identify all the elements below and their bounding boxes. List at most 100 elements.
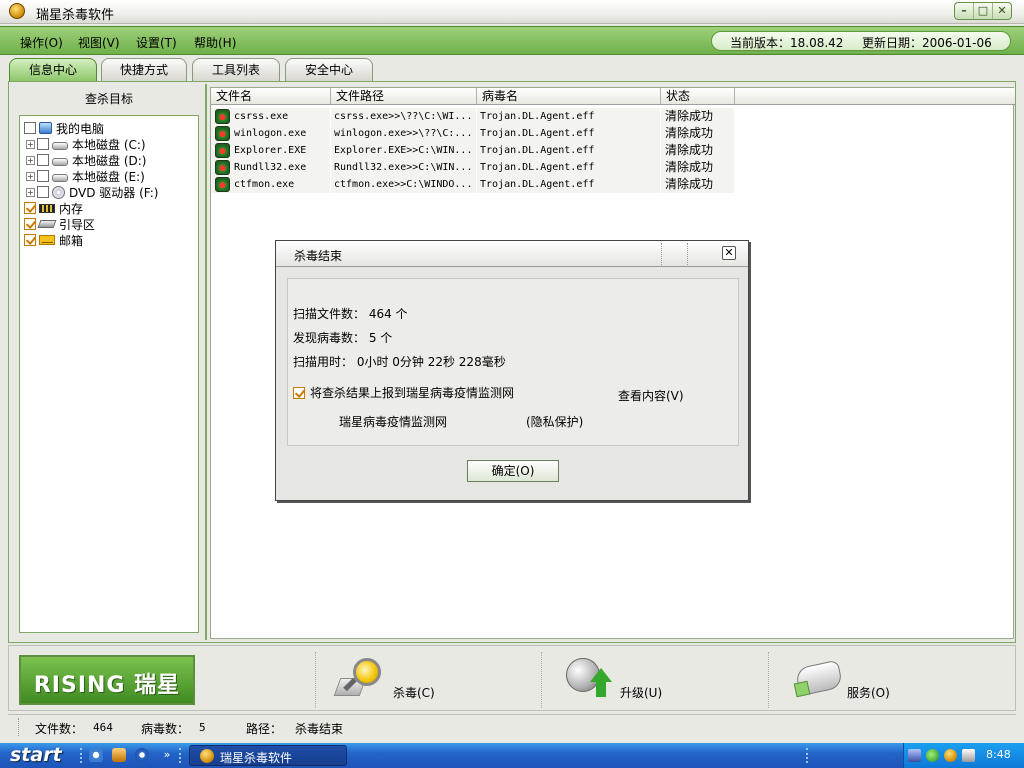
upgrade-button[interactable]: 升级(U) <box>566 654 676 706</box>
menu-operate[interactable]: 操作(O) <box>20 34 63 51</box>
disk-icon <box>52 157 68 166</box>
scan-target-panel: 查杀目标 我的电脑 + 本地磁盘 (C:) + 本地磁盘 (D:) + 本地磁盘… <box>11 84 207 640</box>
tree-item-dvd-f[interactable]: + DVD 驱动器 (F:) <box>26 184 159 200</box>
checkbox[interactable] <box>37 186 49 198</box>
report-checkbox[interactable] <box>293 386 305 399</box>
tree-item-disk-d[interactable]: + 本地磁盘 (D:) <box>26 152 146 168</box>
report-option[interactable]: 将查杀结果上报到瑞星病毒疫情监测网 <box>293 384 514 401</box>
cell-path: Explorer.EXE>>C:\WIN... <box>331 142 477 159</box>
virus-icon <box>215 143 230 158</box>
tab-info-center[interactable]: 信息中心 <box>9 58 97 81</box>
tab-tool-list[interactable]: 工具列表 <box>192 58 280 81</box>
column-file-name[interactable]: 文件名 <box>211 88 331 104</box>
menu-help[interactable]: 帮助(H) <box>194 34 236 51</box>
column-status[interactable]: 状态 <box>661 88 735 104</box>
tree-item-my-computer[interactable]: 我的电脑 <box>24 120 104 136</box>
quick-launch-messenger-icon[interactable] <box>135 748 149 762</box>
cell-path: csrss.exe>>\??\C:\WI... <box>331 108 477 125</box>
service-button[interactable]: 服务(O) <box>793 654 905 706</box>
title-bar[interactable]: 瑞星杀毒软件 – □ ✕ <box>0 0 1024 24</box>
tray-rising-icon[interactable] <box>944 749 957 762</box>
table-row[interactable]: Explorer.EXE Explorer.EXE>>C:\WIN... Tro… <box>211 142 735 159</box>
checkbox-checked[interactable] <box>24 218 36 230</box>
logo-text: RISING 瑞星 <box>33 673 181 698</box>
expand-icon[interactable]: + <box>26 171 35 181</box>
tree-item-boot-sector[interactable]: 引导区 <box>24 216 95 232</box>
table-row[interactable]: winlogon.exe winlogon.exe>>\??\C:... Tro… <box>211 125 735 142</box>
cell-path: winlogon.exe>>\??\C:... <box>331 125 477 142</box>
tab-security-center[interactable]: 安全中心 <box>285 58 373 81</box>
close-button[interactable]: ✕ <box>993 3 1011 19</box>
virus-icon <box>215 126 230 141</box>
window-controls: – □ ✕ <box>954 2 1012 20</box>
tray-network-icon[interactable] <box>908 749 921 762</box>
disk-icon <box>52 173 68 182</box>
expand-icon[interactable]: + <box>26 155 35 165</box>
tree-item-disk-e[interactable]: + 本地磁盘 (E:) <box>26 168 145 184</box>
table-row[interactable]: Rundll32.exe Rundll32.exe>>C:\WIN... Tro… <box>211 159 735 176</box>
upgrade-label: 升级(U) <box>620 686 663 700</box>
maximize-button[interactable]: □ <box>974 3 993 19</box>
action-toolbar: RISING 瑞星 杀毒(C) 升级(U) 服务(O) <box>8 645 1016 711</box>
start-button[interactable]: start <box>0 743 76 768</box>
expand-icon[interactable]: + <box>26 139 35 149</box>
helping-hand-icon <box>793 659 844 700</box>
panel-title: 查杀目标 <box>84 92 133 106</box>
version-info: 当前版本：18.08.42 更新日期：2006-01-06 <box>711 31 1011 51</box>
menu-view[interactable]: 视图(V) <box>78 34 120 51</box>
tree-item-disk-c[interactable]: + 本地磁盘 (C:) <box>26 136 146 152</box>
dialog-title-bar[interactable]: 杀毒结束 ✕ <box>276 241 748 267</box>
quick-launch-more-icon[interactable]: » <box>160 748 174 762</box>
checkbox[interactable] <box>37 170 49 182</box>
menu-settings[interactable]: 设置(T) <box>136 34 177 51</box>
checkbox[interactable] <box>24 122 36 134</box>
quick-launch-ie-icon[interactable] <box>89 748 103 762</box>
cell-virus: Trojan.DL.Agent.eff <box>477 125 661 142</box>
monitor-network-link[interactable]: 瑞星病毒疫情监测网 <box>339 413 447 430</box>
minimize-button[interactable]: – <box>955 3 974 19</box>
system-tray: 8:48 <box>903 743 1024 768</box>
cell-status: 清除成功 <box>661 108 735 125</box>
kill-virus-button[interactable]: 杀毒(C) <box>333 654 447 706</box>
toolbar-divider <box>768 652 769 708</box>
column-virus-name[interactable]: 病毒名 <box>477 88 661 104</box>
tray-speaker-icon[interactable] <box>962 749 975 762</box>
path-value: 杀毒结束 <box>295 722 344 736</box>
rising-lion-icon <box>9 3 25 19</box>
scanned-files-count: 扫描文件数： 464 个 <box>293 307 408 321</box>
ok-button[interactable]: 确定(O) <box>467 460 559 482</box>
expand-icon[interactable]: + <box>26 187 35 197</box>
view-content-link[interactable]: 查看内容(V) <box>618 387 684 404</box>
virus-count-value: 5 <box>199 721 206 734</box>
service-label: 服务(O) <box>847 686 890 700</box>
checkbox[interactable] <box>37 154 49 166</box>
dialog-close-button[interactable]: ✕ <box>722 246 736 260</box>
quick-launch-app-icon[interactable] <box>112 748 126 762</box>
window-title: 瑞星杀毒软件 <box>36 8 115 23</box>
virus-icon <box>215 160 230 175</box>
virus-icon <box>215 177 230 192</box>
results-header: 文件名 文件路径 病毒名 状态 <box>211 88 1015 105</box>
taskbar-app-button[interactable]: 瑞星杀毒软件 <box>189 745 347 766</box>
tree-item-memory[interactable]: 内存 <box>24 200 83 216</box>
magnifier-scan-icon <box>333 656 383 702</box>
report-label: 将查杀结果上报到瑞星病毒疫情监测网 <box>310 386 515 400</box>
cell-virus: Trojan.DL.Agent.eff <box>477 142 661 159</box>
checkbox[interactable] <box>37 138 49 150</box>
column-file-path[interactable]: 文件路径 <box>331 88 477 104</box>
tree-item-mailbox[interactable]: 邮箱 <box>24 232 83 248</box>
table-row[interactable]: csrss.exe csrss.exe>>\??\C:\WI... Trojan… <box>211 108 735 125</box>
cell-status: 清除成功 <box>661 176 735 193</box>
virus-count-label: 病毒数： <box>141 722 190 736</box>
checkbox-checked[interactable] <box>24 234 36 246</box>
taskbar-grip <box>80 748 82 763</box>
files-count-value: 464 <box>93 721 113 734</box>
cell-virus: Trojan.DL.Agent.eff <box>477 159 661 176</box>
privacy-link[interactable]: (隐私保护) <box>526 413 583 430</box>
table-row[interactable]: ctfmon.exe ctfmon.exe>>C:\WINDO... Troja… <box>211 176 735 193</box>
tray-umbrella-icon[interactable] <box>926 749 939 762</box>
tab-shortcuts[interactable]: 快捷方式 <box>101 58 187 81</box>
current-version: 当前版本：18.08.42 <box>730 36 844 50</box>
taskbar-grip <box>806 748 808 763</box>
checkbox-checked[interactable] <box>24 202 36 214</box>
